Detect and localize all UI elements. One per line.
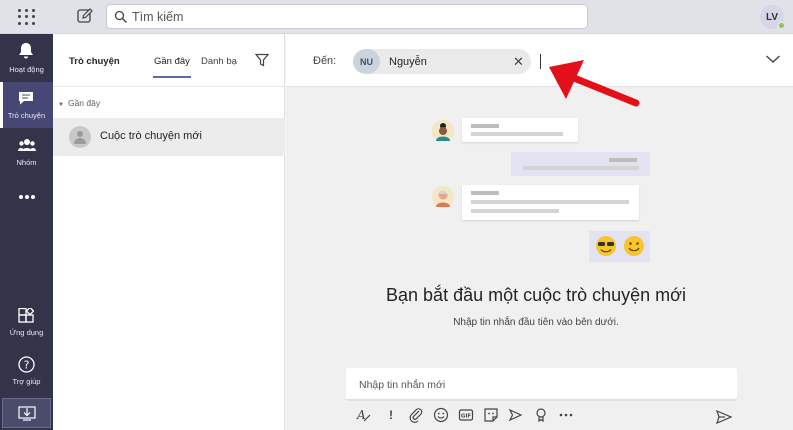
- avatar-illustration-1: [432, 120, 454, 142]
- more-icon: [19, 195, 35, 199]
- chevron-down-icon[interactable]: [765, 54, 781, 64]
- avatar: [69, 126, 91, 148]
- svg-text:GIF: GIF: [461, 414, 472, 420]
- important-icon[interactable]: !: [383, 407, 399, 423]
- chat-icon: [19, 92, 33, 105]
- praise-icon[interactable]: [533, 407, 549, 423]
- search-placeholder: Tìm kiếm: [132, 10, 184, 24]
- emoji-icon[interactable]: [433, 407, 449, 423]
- recipient-name: Nguyễn: [389, 56, 427, 68]
- conversation-pane: Đến: NU Nguyễn ✕ Bạn bắt đầu một cuộc tr…: [286, 34, 793, 430]
- illustration-bubble-1: [462, 118, 578, 142]
- rail-item-activity[interactable]: Hoạt động: [0, 34, 53, 80]
- sunglasses-emoji-icon: [596, 236, 616, 256]
- top-bar: Tìm kiếm LV: [0, 0, 793, 34]
- remove-recipient-icon[interactable]: ✕: [513, 55, 524, 68]
- app-rail: Hoạt động Trò chuyện Nhóm Ứng dụng ? Trợ…: [0, 34, 53, 430]
- bell-icon: [19, 43, 33, 59]
- gif-icon[interactable]: GIF: [458, 407, 474, 423]
- teams-icon: [18, 139, 36, 151]
- meet-now-icon[interactable]: [508, 407, 524, 423]
- presence-indicator: [777, 21, 786, 30]
- chat-list-pane: Trò chuyện Gần đây Danh bạ ▼ Gần đây Cuộc…: [53, 34, 285, 430]
- smile-emoji-icon: [624, 236, 644, 256]
- user-avatar[interactable]: LV: [760, 5, 786, 30]
- rail-item-apps[interactable]: Ứng dụng: [0, 300, 53, 346]
- chat-list-header: Trò chuyện Gần đây Danh bạ: [53, 34, 285, 87]
- composer-placeholder: Nhập tin nhắn mới: [359, 379, 446, 391]
- rail-item-more[interactable]: [0, 180, 53, 226]
- illustration-bubble-2: [511, 152, 650, 176]
- message-composer[interactable]: Nhập tin nhắn mới: [346, 368, 737, 401]
- more-options-icon[interactable]: [558, 407, 574, 423]
- apps-icon: [18, 308, 34, 323]
- help-icon: ?: [18, 356, 35, 373]
- rail-label-teams: Nhóm: [16, 158, 37, 167]
- recipient-input-cursor[interactable]: [540, 54, 541, 69]
- rail-label-activity: Hoạt động: [9, 65, 44, 74]
- tab-contacts[interactable]: Danh bạ: [201, 56, 237, 67]
- section-recent-label: Gần đây: [67, 98, 101, 108]
- rail-label-chat: Trò chuyện: [7, 111, 46, 120]
- filter-icon[interactable]: [255, 53, 269, 67]
- download-icon: [18, 406, 36, 421]
- send-icon[interactable]: [716, 410, 732, 424]
- chat-list-title: Trò chuyện: [69, 56, 120, 67]
- app-launcher-icon[interactable]: [16, 7, 36, 27]
- sticker-icon[interactable]: [483, 407, 499, 423]
- rail-item-chat[interactable]: Trò chuyện: [0, 82, 53, 128]
- empty-state-headline: Bạn bắt đầu một cuộc trò chuyện mới: [386, 285, 686, 305]
- format-icon[interactable]: A: [355, 407, 371, 423]
- list-item-new-chat[interactable]: Cuộc trò chuyện mới: [53, 118, 285, 156]
- chevron-down-icon: ▼: [58, 102, 64, 108]
- user-initials: LV: [765, 11, 779, 23]
- recipient-bar: Đến: NU Nguyễn ✕: [286, 34, 793, 87]
- to-label: Đến:: [313, 55, 337, 67]
- compose-icon[interactable]: [75, 6, 95, 26]
- rail-label-apps: Ứng dụng: [9, 328, 44, 337]
- rail-item-help[interactable]: ? Trợ giúp: [0, 348, 53, 394]
- illustration-emoji-bubble: [589, 231, 650, 262]
- svg-text:?: ?: [24, 359, 30, 372]
- rail-label-help: Trợ giúp: [12, 377, 41, 386]
- search-icon: [114, 10, 127, 23]
- illustration-bubble-3: [462, 185, 639, 220]
- tab-recent[interactable]: Gần đây: [153, 56, 191, 78]
- section-recent[interactable]: ▼ Gần đây: [58, 98, 100, 108]
- attach-icon[interactable]: [408, 407, 424, 423]
- download-bar[interactable]: [2, 398, 51, 428]
- new-chat-label: Cuộc trò chuyện mới: [100, 130, 202, 142]
- rail-item-teams[interactable]: Nhóm: [0, 130, 53, 176]
- recipient-pill[interactable]: NU Nguyễn ✕: [353, 49, 531, 74]
- empty-state-subline: Nhập tin nhắn đầu tiên vào bên dưới.: [453, 317, 619, 328]
- recipient-avatar: NU: [353, 49, 380, 74]
- search-box[interactable]: Tìm kiếm: [106, 4, 588, 29]
- avatar-illustration-2: [432, 186, 454, 208]
